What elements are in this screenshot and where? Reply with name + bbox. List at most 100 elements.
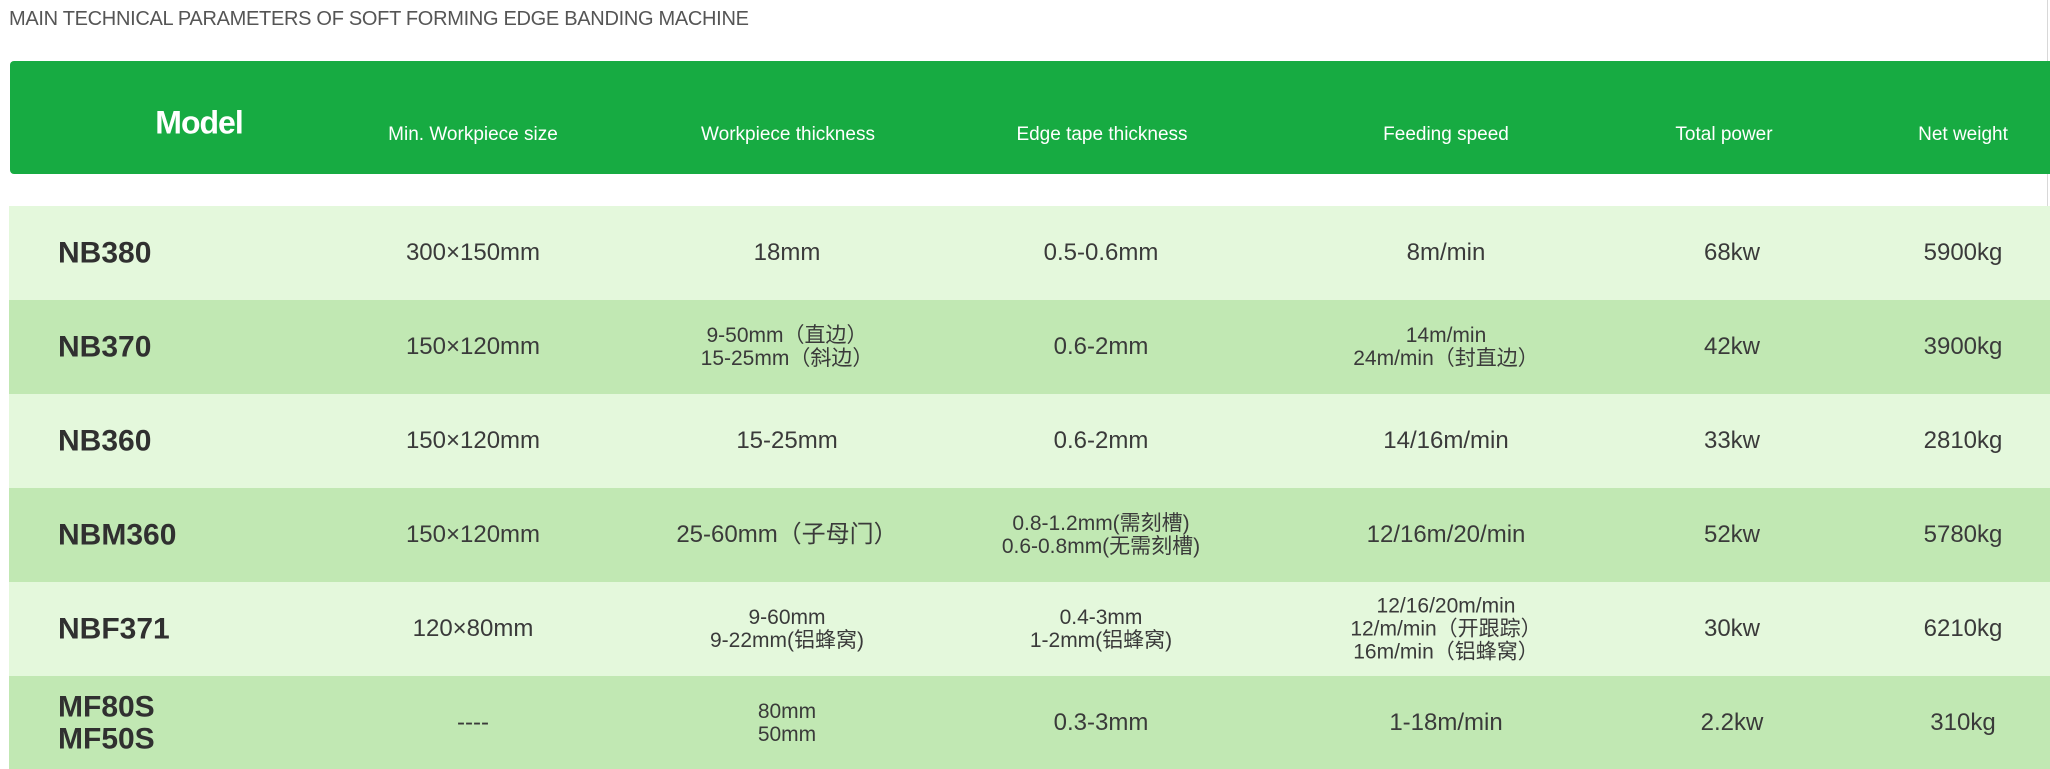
cell-feeding: 12/16/20m/min 12/m/min（开跟踪） 16m/min（铝蜂窝） (1350, 594, 1541, 663)
cell-line: 9-60mm (748, 605, 826, 629)
cell-line: NBM360 (58, 518, 177, 552)
header-workpiece-thickness: Workpiece thickness (701, 124, 875, 145)
cell-weight: 2810kg (1923, 426, 2003, 454)
cell-edge-tape: 0.6-2mm (1053, 332, 1149, 360)
table-row: NB370 150×120mm 9-50mm（直边） 15-25mm（斜边） 0.6-2… (9, 300, 2050, 394)
cell-line: 8m/min (1406, 238, 1486, 266)
cell-line: ---- (457, 708, 489, 736)
cell-weight: 310kg (1930, 708, 1996, 736)
header-edge-tape-thickness: Edge tape thickness (1016, 124, 1188, 145)
cell-edge-tape: 0.3-3mm (1053, 708, 1149, 736)
table-row: MF80S MF50S ---- 80mm 50mm 0.3-3mm 1-18m/min 2.… (9, 676, 2050, 769)
cell-line: 150×120mm (405, 520, 541, 548)
cell-power: 33kw (1703, 426, 1761, 454)
cell-model: MF80S MF50S (58, 690, 155, 755)
cell-line: 9-50mm（直边） (706, 323, 868, 347)
cell-feeding: 8m/min (1406, 238, 1486, 266)
cell-feeding: 14m/min 24m/min（封直边） (1353, 324, 1539, 370)
cell-line: NBF371 (58, 612, 170, 646)
cell-thickness: 25-60mm（子母门） (676, 520, 898, 548)
cell-line: 150×120mm (405, 426, 541, 454)
cell-line: 150×120mm (405, 332, 541, 360)
cell-thickness: 80mm 50mm (758, 700, 816, 746)
cell-line: 25-60mm（子母门） (676, 520, 898, 548)
cell-min-size: 150×120mm (405, 332, 541, 360)
cell-model: NBM360 (58, 519, 176, 551)
cell-line: 0.5-0.6mm (1043, 238, 1159, 266)
cell-line: 0.6-2mm (1053, 332, 1149, 360)
cell-model: NBF371 (58, 613, 170, 645)
cell-line: 1-18m/min (1389, 708, 1503, 736)
cell-line: 18mm (753, 238, 821, 266)
cell-line: 42kw (1703, 332, 1761, 360)
cell-weight: 6210kg (1923, 614, 2003, 642)
cell-feeding: 12/16m/20/min (1366, 520, 1526, 548)
cell-line: NB360 (58, 424, 152, 458)
cell-line: 2.2kw (1700, 708, 1764, 736)
cell-line: 16m/min（铝蜂窝） (1353, 640, 1539, 664)
cell-line: 12/16/20m/min (1376, 594, 1516, 618)
cell-min-size: 150×120mm (405, 520, 541, 548)
cell-line: 310kg (1930, 708, 1996, 736)
cell-feeding: 1-18m/min (1389, 708, 1503, 736)
cell-edge-tape: 0.4-3mm 1-2mm(铝蜂窝) (1030, 606, 1172, 652)
header-feeding-speed: Feeding speed (1383, 124, 1509, 145)
table-row: NB360 150×120mm 15-25mm 0.6-2mm 14/16m/min 33… (9, 394, 2050, 488)
cell-line: 6210kg (1923, 614, 2003, 642)
cell-min-size: 120×80mm (413, 615, 534, 642)
cell-model: NB360 (58, 425, 151, 457)
header-model: Model (155, 104, 243, 141)
cell-weight: 5780kg (1924, 521, 2003, 548)
cell-line: 9-22mm(铝蜂窝) (709, 629, 865, 652)
cell-line: 15-25mm (736, 426, 838, 454)
cell-line: 30kw (1703, 614, 1761, 642)
document-title: MAIN TECHNICAL PARAMETERS OF SOFT FORMIN… (9, 8, 749, 30)
cell-thickness: 9-50mm（直边） 15-25mm（斜边） (701, 324, 874, 370)
cell-line: MF80S (58, 690, 155, 724)
cell-line: NB380 (58, 236, 152, 270)
cell-line: 80mm (757, 699, 817, 723)
cell-min-size: 150×120mm (405, 426, 541, 454)
cell-min-size: ---- (457, 708, 489, 736)
cell-line: 12/m/min（开跟踪） (1350, 617, 1542, 641)
table-row: NB380 300×150mm 18mm 0.5-0.6mm 8m/min 68kw 590… (9, 206, 2050, 300)
cell-line: 0.4-3mm (1059, 605, 1143, 629)
cell-line: MF50S (58, 722, 155, 755)
cell-thickness: 15-25mm (736, 426, 838, 454)
cell-power: 68kw (1703, 238, 1761, 266)
cell-line: 2810kg (1923, 426, 2003, 454)
cell-edge-tape: 0.6-2mm (1053, 426, 1149, 454)
table-row: NBF371 120×80mm 9-60mm 9-22mm(铝蜂窝) 0.4-3mm 1-… (9, 582, 2050, 676)
cell-line: 24m/min（封直边） (1353, 347, 1539, 370)
cell-model: NB380 (58, 237, 151, 269)
cell-line: 14/16m/min (1383, 426, 1509, 454)
cell-line: 0.6-0.8mm(无需刻槽) (1001, 535, 1201, 558)
cell-edge-tape: 0.8-1.2mm(需刻槽) 0.6-0.8mm(无需刻槽) (1002, 512, 1200, 558)
cell-line: 14m/min (1405, 323, 1487, 347)
table-row: NBM360 150×120mm 25-60mm（子母门） 0.8-1.2mm(需刻槽… (9, 488, 2050, 582)
spec-page: MAIN TECHNICAL PARAMETERS OF SOFT FORMIN… (0, 0, 2050, 769)
cell-line: 33kw (1703, 426, 1761, 454)
cell-line: 50mm (757, 723, 817, 746)
cell-min-size: 300×150mm (405, 238, 541, 266)
cell-power: 42kw (1703, 332, 1761, 360)
cell-power: 2.2kw (1700, 708, 1764, 736)
cell-edge-tape: 0.5-0.6mm (1043, 238, 1159, 266)
cell-line: 15-25mm（斜边） (700, 347, 874, 370)
header-min-workpiece-size: Min. Workpiece size (388, 124, 558, 145)
cell-line: 5900kg (1923, 238, 2003, 266)
cell-line: 68kw (1703, 238, 1761, 266)
cell-thickness: 18mm (753, 238, 821, 266)
cell-feeding: 14/16m/min (1383, 426, 1509, 454)
cell-line: 1-2mm(铝蜂窝) (1029, 629, 1173, 652)
cell-line: 12/16m/20/min (1366, 520, 1526, 548)
cell-thickness: 9-60mm 9-22mm(铝蜂窝) (710, 606, 864, 652)
cell-power: 30kw (1703, 614, 1761, 642)
cell-line: 0.8-1.2mm(需刻槽) (1012, 511, 1190, 535)
cell-weight: 5900kg (1923, 238, 2003, 266)
cell-line: 300×150mm (405, 238, 541, 266)
cell-line: 52kw (1703, 520, 1761, 548)
cell-line: 0.3-3mm (1053, 708, 1149, 736)
cell-line: NB370 (58, 330, 152, 364)
cell-line: 0.6-2mm (1053, 426, 1149, 454)
